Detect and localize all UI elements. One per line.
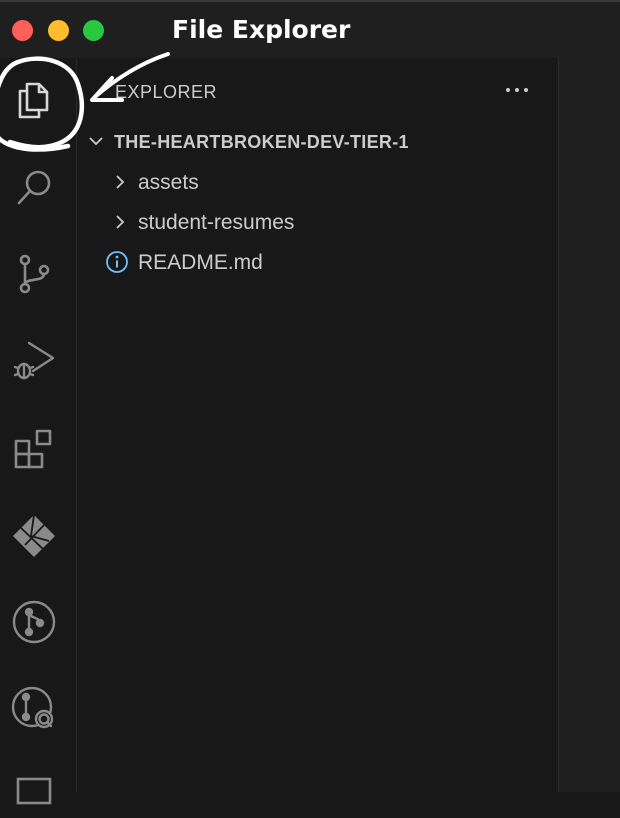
ellipsis-icon[interactable] — [497, 72, 537, 108]
tree-item-label: student-resumes — [138, 211, 295, 234]
activity-bar — [0, 58, 77, 805]
gitlens-inspect-icon[interactable] — [8, 682, 60, 734]
extensions-icon[interactable] — [8, 422, 60, 474]
editor-area — [558, 58, 620, 792]
tree-item-readme[interactable]: README.md — [77, 242, 558, 282]
info-icon — [106, 251, 128, 273]
chevron-right-icon — [116, 175, 125, 189]
git-graph-icon[interactable] — [8, 596, 60, 648]
files-icon[interactable] — [8, 74, 60, 126]
workspace-folder-name: THE-HEARTBROKEN-DEV-TIER-1 — [114, 132, 409, 152]
tree-item-label: README.md — [138, 251, 263, 274]
workspace-folder[interactable]: THE-HEARTBROKEN-DEV-TIER-1 — [77, 122, 558, 162]
tree-item-label: assets — [138, 171, 199, 194]
tree-item-assets[interactable]: assets — [77, 162, 558, 202]
annotation-label: File Explorer — [172, 15, 351, 44]
run-debug-icon[interactable] — [8, 334, 60, 386]
close-window-button[interactable] — [12, 20, 33, 41]
source-control-icon[interactable] — [8, 248, 60, 300]
chevron-down-icon — [89, 137, 103, 146]
search-icon[interactable] — [8, 162, 60, 214]
netlify-icon[interactable] — [8, 510, 60, 562]
zoom-window-button[interactable] — [83, 20, 104, 41]
remote-explorer-icon[interactable] — [8, 766, 60, 818]
minimize-window-button[interactable] — [48, 20, 69, 41]
explorer-title: EXPLORER — [115, 82, 218, 102]
explorer-sidebar: EXPLORER THE-HEARTBROKEN-DEV-TIER-1 asse… — [77, 58, 558, 792]
tree-item-student-resumes[interactable]: student-resumes — [77, 202, 558, 242]
title-bar: File Explorer — [0, 0, 620, 58]
chevron-right-icon — [116, 215, 125, 229]
